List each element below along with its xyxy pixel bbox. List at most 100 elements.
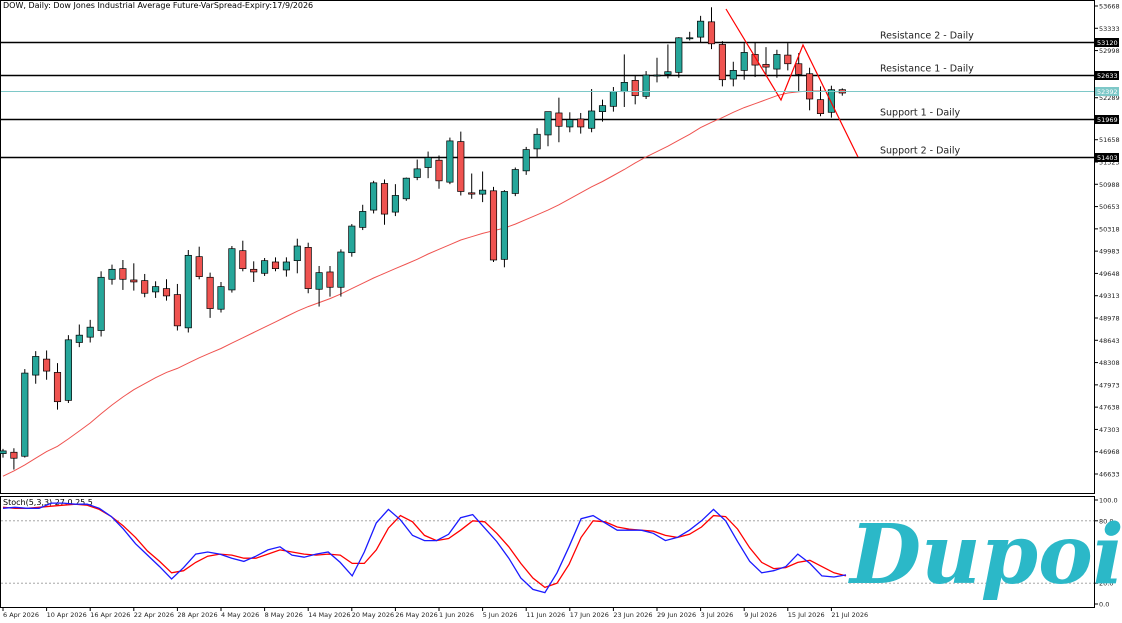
- candle-body: [631, 80, 639, 97]
- candle-body: [533, 133, 541, 150]
- candle-body: [555, 112, 563, 127]
- candle: [53, 363, 62, 410]
- candle: [566, 112, 574, 133]
- candle: [348, 224, 356, 257]
- candle: [141, 273, 149, 298]
- price-tick-label: 48308: [1099, 359, 1120, 367]
- candle: [620, 54, 628, 107]
- date-tick-label: 9 Jul 2026: [744, 611, 777, 619]
- stoch-signal-line: [2, 503, 847, 589]
- candle: [217, 281, 225, 313]
- candle-body: [348, 225, 356, 254]
- candle-body: [282, 261, 290, 271]
- candle-body: [119, 268, 127, 280]
- candle: [359, 204, 367, 231]
- candle-body: [457, 141, 465, 192]
- candle-body: [740, 52, 748, 71]
- date-tick-label: 14 May 2026: [308, 611, 350, 619]
- candle-body: [816, 99, 825, 114]
- candle-body: [337, 251, 345, 288]
- candle: [435, 155, 443, 189]
- candle-body: [609, 91, 617, 107]
- candle: [588, 89, 596, 133]
- price-tick-label: 52998: [1099, 47, 1120, 55]
- stoch-tick-label: 100.0: [1099, 497, 1118, 505]
- candle: [544, 111, 552, 147]
- price-tick-label: 50988: [1099, 181, 1120, 189]
- candle: [315, 265, 323, 307]
- candle: [642, 71, 650, 100]
- candle: [675, 37, 683, 78]
- candle-body: [141, 280, 149, 294]
- candle-body: [53, 372, 62, 403]
- date-tick-label: 5 Jun 2026: [483, 611, 518, 619]
- candle-body: [642, 74, 650, 97]
- level-price-tag: 52633: [1097, 72, 1118, 80]
- candle-body: [173, 294, 181, 327]
- candle-body: [43, 358, 51, 372]
- candle-body: [762, 64, 770, 68]
- level-label: Resistance 2 - Daily: [880, 31, 974, 42]
- candle: [784, 43, 792, 71]
- candle-body: [664, 71, 672, 75]
- candle-body: [184, 254, 192, 329]
- date-tick-label: 29 Jun 2026: [657, 611, 696, 619]
- candle: [686, 31, 694, 41]
- price-tick-label: 50653: [1099, 203, 1120, 211]
- candle: [271, 257, 280, 272]
- candle: [740, 43, 748, 80]
- candle-body: [86, 326, 94, 338]
- trendline: [725, 8, 859, 158]
- candle-body: [707, 21, 716, 45]
- date-tick-label: 22 Apr 2026: [134, 611, 174, 619]
- candle-body: [32, 356, 40, 376]
- price-tick-label: 51658: [1099, 136, 1120, 144]
- candle-body: [271, 261, 280, 269]
- moving-average: [2, 90, 843, 477]
- date-tick-label: 4 May 2026: [221, 611, 259, 619]
- candle: [424, 151, 432, 179]
- candle: [773, 49, 781, 78]
- candle: [239, 240, 247, 272]
- candle-body: [435, 159, 443, 182]
- candle: [10, 448, 18, 470]
- candle: [795, 53, 803, 92]
- candle-body: [10, 451, 18, 459]
- candle-body: [108, 268, 116, 280]
- candle-body: [577, 118, 585, 128]
- date-tick-label: 17 Jun 2026: [570, 611, 609, 619]
- date-tick-label: 16 Apr 2026: [90, 611, 130, 619]
- candle: [195, 246, 203, 280]
- candle: [718, 41, 726, 87]
- price-tick-label: 50318: [1099, 225, 1120, 233]
- date-tick-label: 11 Jun 2026: [526, 611, 565, 619]
- price-tick-label: 49983: [1099, 248, 1120, 256]
- candle-body: [370, 182, 378, 211]
- candle: [577, 112, 585, 134]
- candle: [707, 7, 716, 50]
- date-tick-label: 8 May 2026: [265, 611, 303, 619]
- candle: [75, 324, 83, 348]
- candle-body: [446, 140, 454, 183]
- date-tick-label: 6 Apr 2026: [3, 611, 39, 619]
- current-price: 52392: [1, 87, 1119, 96]
- candle: [500, 190, 508, 268]
- level-price-tag: 51969: [1097, 116, 1118, 124]
- candle-body: [162, 288, 171, 297]
- candle-body: [424, 157, 432, 168]
- candle-body: [500, 191, 508, 260]
- candle-body: [620, 82, 628, 93]
- candle: [152, 281, 160, 298]
- price-chart[interactable]: DOW, Daily: Dow Jones Industrial Average…: [0, 0, 1122, 623]
- candle-body: [697, 20, 705, 38]
- candle: [108, 264, 116, 285]
- current-price-tag: 52392: [1097, 88, 1118, 96]
- candle: [21, 369, 29, 458]
- level-label: Support 1 - Daily: [880, 108, 961, 119]
- trendlines: [725, 8, 859, 158]
- candle: [522, 146, 530, 175]
- candle: [282, 257, 290, 277]
- candle: [43, 350, 51, 380]
- candle: [162, 279, 171, 301]
- dupoin-logo: Dupoin: [848, 507, 1122, 603]
